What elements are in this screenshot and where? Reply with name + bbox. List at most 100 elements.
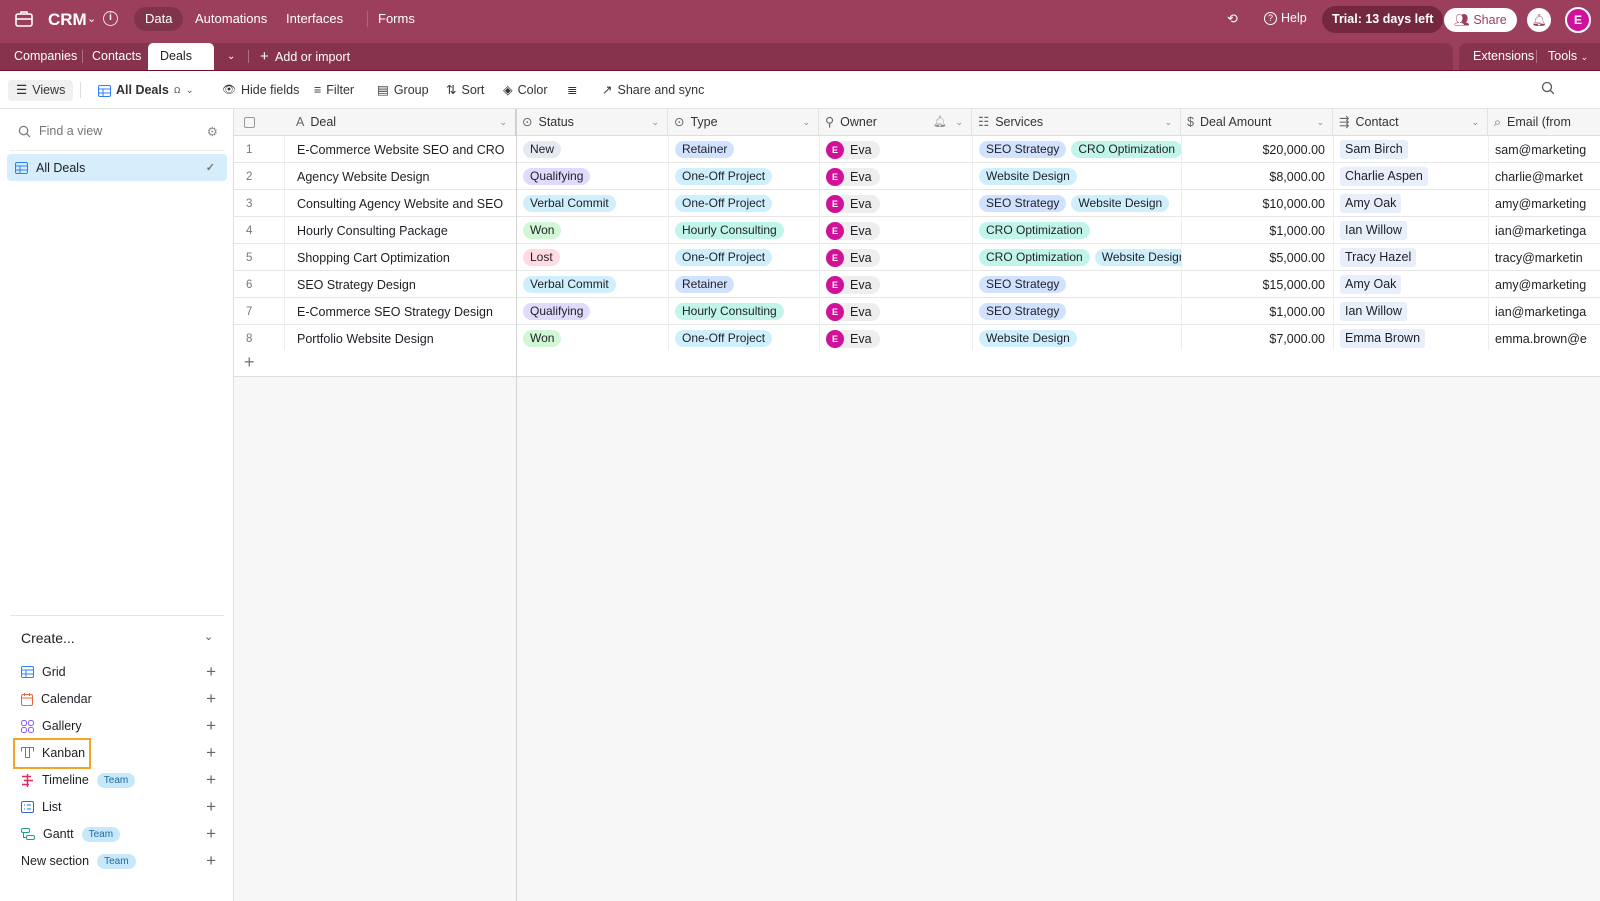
plus-icon[interactable]: + <box>206 851 216 871</box>
create-grid[interactable]: Grid + <box>21 661 216 683</box>
deal-amount-cell[interactable]: $8,000.00 <box>1181 163 1333 190</box>
create-gantt[interactable]: Gantt Team + <box>21 823 216 845</box>
info-icon[interactable]: i <box>103 11 118 26</box>
contact-cell[interactable]: Amy Oak <box>1333 271 1488 298</box>
plus-icon[interactable]: + <box>244 352 255 373</box>
hide-fields-button[interactable]: 👁︎ Hide fields <box>222 80 299 101</box>
deal-cell[interactable]: E-Commerce SEO Strategy Design <box>284 298 516 325</box>
contact-cell[interactable]: Charlie Aspen <box>1333 163 1488 190</box>
create-calendar[interactable]: Calendar + <box>21 688 216 710</box>
tools-button[interactable]: Tools ⌄ <box>1548 43 1588 70</box>
type-cell[interactable]: One-Off Project <box>668 325 819 352</box>
chevron-down-icon[interactable]: ⌄ <box>87 12 96 25</box>
trial-button[interactable]: Trial: 13 days left <box>1322 6 1444 33</box>
gear-icon[interactable]: ⚙ <box>207 124 218 139</box>
email-cell[interactable]: charlie@market <box>1488 163 1600 190</box>
column-header-status[interactable]: ⊙ Status ⌄ <box>516 109 668 136</box>
briefcase-icon[interactable] <box>14 9 34 29</box>
table-row[interactable]: 6 SEO Strategy Design Verbal Commit Retaine… <box>234 271 1600 298</box>
contact-link[interactable]: Sam Birch <box>1340 140 1408 159</box>
contact-link[interactable]: Amy Oak <box>1340 194 1402 213</box>
share-sync-button[interactable]: ↗ Share and sync <box>602 80 704 101</box>
column-header-services[interactable]: ☷ Services ⌄ <box>972 109 1181 136</box>
contact-cell[interactable]: Tracy Hazel <box>1333 244 1488 271</box>
owner-cell[interactable]: E Eva <box>819 325 972 352</box>
deal-cell[interactable]: Shopping Cart Optimization <box>284 244 516 271</box>
type-cell[interactable]: Retainer <box>668 271 819 298</box>
deal-amount-cell[interactable]: $5,000.00 <box>1181 244 1333 271</box>
contact-link[interactable]: Tracy Hazel <box>1340 248 1417 267</box>
help-button[interactable]: ? Help <box>1264 11 1307 25</box>
table-row[interactable]: 1 E-Commerce Website SEO and CRO New Retain… <box>234 136 1600 163</box>
contact-cell[interactable]: Ian Willow <box>1333 298 1488 325</box>
status-cell[interactable]: Verbal Commit <box>516 190 668 217</box>
type-cell[interactable]: One-Off Project <box>668 190 819 217</box>
history-icon[interactable]: ⟲ <box>1227 11 1238 27</box>
services-cell[interactable]: SEO Strategy CRO Optimization <box>972 136 1181 163</box>
table-tab-companies[interactable]: Companies <box>14 43 77 70</box>
view-switcher[interactable]: All Deals ꭥ ⌄ <box>98 80 194 101</box>
services-cell[interactable]: SEO Strategy <box>972 298 1181 325</box>
services-cell[interactable]: Website Design <box>972 325 1181 352</box>
status-cell[interactable]: Won <box>516 217 668 244</box>
chevron-down-icon[interactable]: ⌄ <box>955 109 963 136</box>
share-button[interactable]: 👥︎ Share <box>1444 8 1517 32</box>
services-cell[interactable]: Website Design <box>972 163 1181 190</box>
type-cell[interactable]: One-Off Project <box>668 244 819 271</box>
email-cell[interactable]: emma.brown@e <box>1488 325 1600 352</box>
status-cell[interactable]: Verbal Commit <box>516 271 668 298</box>
status-cell[interactable]: New <box>516 136 668 163</box>
plus-icon[interactable]: + <box>206 824 216 844</box>
owner-cell[interactable]: E Eva <box>819 217 972 244</box>
owner-cell[interactable]: E Eva <box>819 244 972 271</box>
filter-button[interactable]: ≡ Filter <box>314 80 354 101</box>
deal-amount-cell[interactable]: $20,000.00 <box>1181 136 1333 163</box>
create-list[interactable]: List + <box>21 796 216 818</box>
create-gallery[interactable]: Gallery + <box>21 715 216 737</box>
contact-cell[interactable]: Amy Oak <box>1333 190 1488 217</box>
contact-link[interactable]: Emma Brown <box>1340 329 1426 348</box>
owner-cell[interactable]: E Eva <box>819 298 972 325</box>
deal-cell[interactable]: Consulting Agency Website and SEO <box>284 190 516 217</box>
email-cell[interactable]: ian@marketinga <box>1488 217 1600 244</box>
table-tab-deals[interactable]: Deals ⌄ <box>148 43 214 89</box>
type-cell[interactable]: Retainer <box>668 136 819 163</box>
color-button[interactable]: ◈ Color <box>503 80 548 101</box>
select-all-checkbox[interactable] <box>244 117 255 128</box>
status-cell[interactable]: Qualifying <box>516 298 668 325</box>
nav-tab-interfaces[interactable]: Interfaces <box>275 7 354 31</box>
contact-link[interactable]: Charlie Aspen <box>1340 167 1428 186</box>
contact-link[interactable]: Amy Oak <box>1340 275 1402 294</box>
chevron-down-icon[interactable]: ⌄ <box>1164 109 1172 136</box>
status-cell[interactable]: Qualifying <box>516 163 668 190</box>
nav-tab-forms[interactable]: Forms <box>367 7 426 31</box>
contact-cell[interactable]: Sam Birch <box>1333 136 1488 163</box>
type-cell[interactable]: Hourly Consulting <box>668 217 819 244</box>
status-cell[interactable]: Lost <box>516 244 668 271</box>
deal-cell[interactable]: Agency Website Design <box>284 163 516 190</box>
table-row[interactable]: 7 E-Commerce SEO Strategy Design Qualifyin… <box>234 298 1600 325</box>
email-cell[interactable]: amy@marketing <box>1488 190 1600 217</box>
views-button[interactable]: ☰ Views <box>8 80 74 101</box>
search-icon[interactable] <box>1541 81 1555 95</box>
find-view-search[interactable]: ⚙ <box>18 121 218 141</box>
table-row[interactable]: 4 Hourly Consulting Package Won Hourly Cons… <box>234 217 1600 244</box>
extensions-button[interactable]: Extensions <box>1473 43 1534 70</box>
services-cell[interactable]: SEO Strategy <box>972 271 1181 298</box>
plus-icon[interactable]: + <box>206 797 216 817</box>
create-timeline[interactable]: Timeline Team + <box>21 769 216 791</box>
chevron-down-icon[interactable]: ⌄ <box>499 109 507 136</box>
plus-icon[interactable]: + <box>206 770 216 790</box>
deal-amount-cell[interactable]: $1,000.00 <box>1181 217 1333 244</box>
deal-cell[interactable]: Portfolio Website Design <box>284 325 516 352</box>
contact-cell[interactable]: Emma Brown <box>1333 325 1488 352</box>
type-cell[interactable]: Hourly Consulting <box>668 298 819 325</box>
deal-amount-cell[interactable]: $10,000.00 <box>1181 190 1333 217</box>
column-header-contact[interactable]: ⇶ Contact ⌄ <box>1333 109 1488 136</box>
contact-link[interactable]: Ian Willow <box>1340 302 1407 321</box>
deal-amount-cell[interactable]: $7,000.00 <box>1181 325 1333 352</box>
bell-icon[interactable]: 🔔︎ <box>933 109 947 136</box>
plus-icon[interactable]: + <box>206 689 216 709</box>
deal-amount-cell[interactable]: $15,000.00 <box>1181 271 1333 298</box>
status-cell[interactable]: Won <box>516 325 668 352</box>
